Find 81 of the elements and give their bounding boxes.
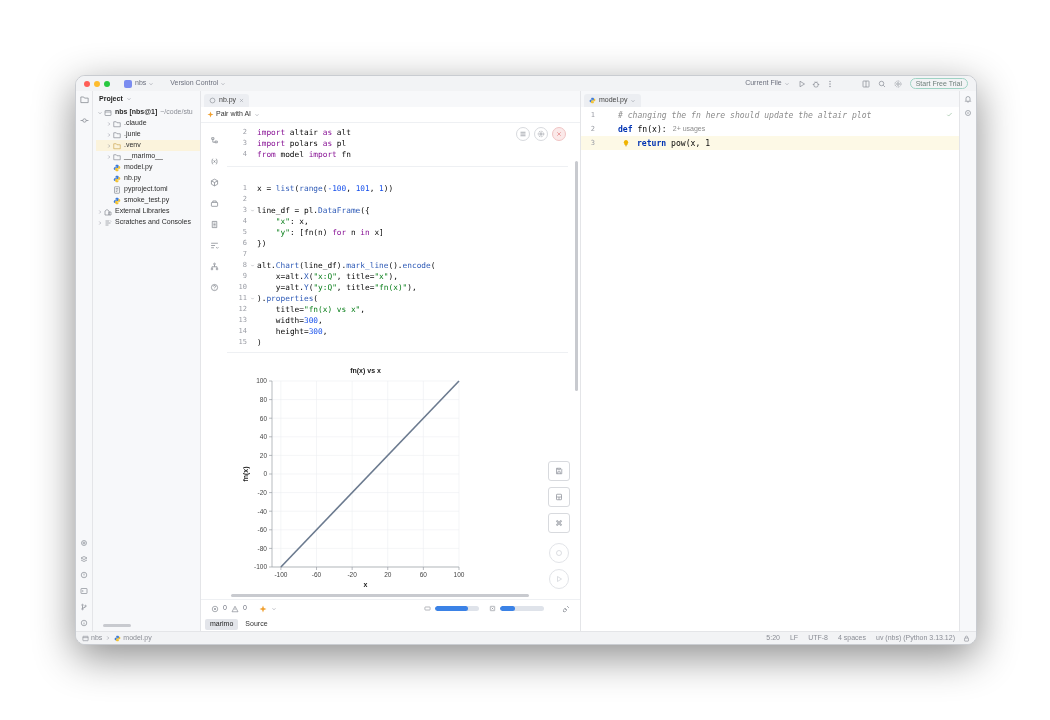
sparkle-icon[interactable] xyxy=(258,604,267,613)
python-icon xyxy=(113,196,121,205)
code-line: # changing the fn here should update the altair plot xyxy=(618,108,872,122)
cube-icon[interactable] xyxy=(209,178,219,187)
command-icon xyxy=(555,519,563,527)
bulb-icon[interactable] xyxy=(622,139,630,147)
layers-icon[interactable] xyxy=(80,555,88,563)
scrollbar[interactable] xyxy=(231,594,529,597)
caret-icon[interactable] xyxy=(125,96,132,102)
file-icon xyxy=(113,185,121,194)
cell-settings-button[interactable] xyxy=(534,127,548,141)
menu-icon xyxy=(519,130,527,138)
folder-icon xyxy=(82,634,89,642)
fold-icon[interactable] xyxy=(249,296,255,301)
layout-button[interactable] xyxy=(548,487,570,507)
chevron-right-icon xyxy=(105,635,112,641)
fold-icon[interactable] xyxy=(249,208,255,213)
library-icon xyxy=(104,207,112,216)
chip-icon xyxy=(489,605,496,612)
cell-menu-button[interactable] xyxy=(516,127,530,141)
warning-icon[interactable] xyxy=(80,571,88,579)
check-icon xyxy=(946,111,953,118)
folder-icon[interactable] xyxy=(79,95,89,104)
tree-icon[interactable] xyxy=(209,136,219,145)
code-line: def fn(x): xyxy=(618,122,667,136)
settings-icon xyxy=(537,130,545,138)
run-button[interactable] xyxy=(549,569,569,589)
save-button[interactable] xyxy=(548,461,570,481)
minimize-window-button[interactable] xyxy=(94,80,100,87)
close-icon[interactable] xyxy=(239,98,245,103)
sparkle-icon xyxy=(207,111,214,118)
stop-button[interactable] xyxy=(549,543,569,563)
python-icon xyxy=(114,634,122,642)
hierarchy-icon[interactable] xyxy=(209,262,219,271)
settings-icon[interactable] xyxy=(893,79,902,88)
notebook-icon xyxy=(209,97,216,104)
scrollbar[interactable] xyxy=(575,161,578,391)
caret-icon[interactable] xyxy=(630,97,637,104)
layout-icon[interactable] xyxy=(861,79,870,88)
python-icon xyxy=(113,163,121,172)
info-icon[interactable] xyxy=(80,619,88,627)
lock-icon[interactable] xyxy=(963,634,970,642)
search-icon[interactable] xyxy=(877,79,886,88)
variables-icon[interactable] xyxy=(209,157,219,166)
maximize-window-button[interactable] xyxy=(104,80,110,87)
caret-icon[interactable] xyxy=(254,111,260,118)
chevron-down-icon[interactable] xyxy=(97,109,103,116)
error-icon[interactable] xyxy=(211,604,219,613)
save-icon xyxy=(555,467,563,475)
caret-icon[interactable] xyxy=(783,80,790,87)
caret-icon[interactable] xyxy=(270,605,277,612)
close-icon xyxy=(555,130,563,138)
project-icon xyxy=(124,79,132,88)
scratch-icon xyxy=(104,218,112,227)
memory-icon xyxy=(424,605,431,612)
run-icon[interactable] xyxy=(797,79,806,88)
circle-icon xyxy=(555,549,563,557)
caret-icon[interactable] xyxy=(220,80,227,87)
delete-cell-button[interactable] xyxy=(552,127,566,141)
code-line: return pow(x, 1 xyxy=(637,136,711,150)
play-icon xyxy=(555,575,563,583)
plug-icon[interactable] xyxy=(562,604,570,613)
layout-icon xyxy=(555,493,563,501)
scroll-icon[interactable] xyxy=(209,220,219,229)
commit-icon[interactable] xyxy=(79,116,89,125)
warning-icon[interactable] xyxy=(230,604,239,613)
python-icon xyxy=(113,174,121,183)
list-icon[interactable] xyxy=(209,241,219,250)
terminal-icon[interactable] xyxy=(80,587,88,595)
fold-icon[interactable] xyxy=(249,263,255,268)
package-icon[interactable] xyxy=(209,199,219,208)
bell-icon[interactable] xyxy=(964,95,972,103)
branch-icon[interactable] xyxy=(80,603,88,611)
command-button[interactable] xyxy=(548,513,570,533)
caret-icon[interactable] xyxy=(148,80,155,87)
debug-icon[interactable] xyxy=(811,79,820,88)
plugin-icon[interactable] xyxy=(80,539,88,547)
folder-icon xyxy=(104,108,112,117)
help-icon[interactable] xyxy=(209,283,219,292)
close-window-button[interactable] xyxy=(84,80,90,87)
python-icon xyxy=(589,97,596,104)
